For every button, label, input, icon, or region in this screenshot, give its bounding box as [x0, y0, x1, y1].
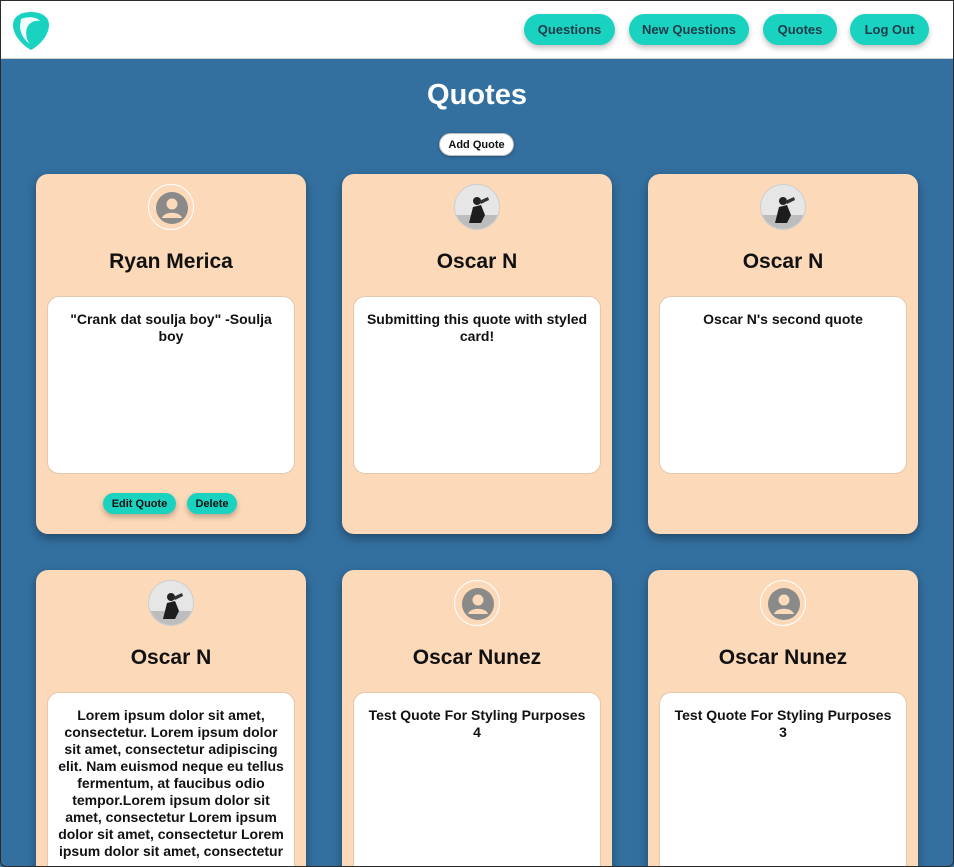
add-quote-button[interactable]: Add Quote — [439, 133, 514, 156]
quote-text: Submitting this quote with styled card! — [353, 296, 601, 474]
edit-quote-button[interactable]: Edit Quote — [103, 493, 176, 514]
logout-button[interactable]: Log Out — [850, 14, 929, 45]
quote-card: Oscar N Submitting this quote with style… — [342, 174, 612, 534]
quote-card: Oscar N Lorem ipsum dolor sit amet, cons… — [36, 570, 306, 866]
quote-card: Oscar Nunez Test Quote For Styling Purpo… — [648, 570, 918, 866]
quote-text: "Crank dat soulja boy" -Soulja boy — [47, 296, 295, 474]
card-author-name: Oscar Nunez — [412, 646, 542, 669]
card-author-name: Oscar N — [742, 250, 824, 273]
page-title: Quotes — [427, 79, 527, 111]
app-window: Questions New Questions Quotes Log Out Q… — [0, 0, 954, 867]
photo-avatar-icon — [148, 580, 194, 626]
quote-card: Oscar N Oscar N's second quote — [648, 174, 918, 534]
default-avatar-icon — [454, 580, 500, 626]
nav-new-questions-button[interactable]: New Questions — [629, 14, 749, 45]
card-author-name: Ryan Merica — [109, 250, 233, 273]
delete-quote-button[interactable]: Delete — [187, 493, 237, 514]
quote-text: Test Quote For Styling Purposes 3 — [659, 692, 907, 866]
quote-text: Test Quote For Styling Purposes 4 — [353, 692, 601, 866]
navbar: Questions New Questions Quotes Log Out — [1, 1, 953, 59]
nav-quotes-button[interactable]: Quotes — [763, 14, 837, 45]
photo-avatar-icon — [454, 184, 500, 230]
quote-card: Ryan Merica "Crank dat soulja boy" -Soul… — [36, 174, 306, 534]
photo-avatar-icon — [760, 184, 806, 230]
quote-text: Oscar N's second quote — [659, 296, 907, 474]
default-avatar-icon — [148, 184, 194, 230]
card-author-name: Oscar N — [436, 250, 518, 273]
quote-card: Oscar Nunez Test Quote For Styling Purpo… — [342, 570, 612, 866]
nav-questions-button[interactable]: Questions — [524, 14, 615, 45]
card-author-name: Oscar N — [130, 646, 212, 669]
card-author-name: Oscar Nunez — [718, 646, 848, 669]
logo-icon[interactable] — [12, 11, 50, 51]
quote-text: Lorem ipsum dolor sit amet, consectetur.… — [47, 692, 295, 866]
default-avatar-icon — [760, 580, 806, 626]
